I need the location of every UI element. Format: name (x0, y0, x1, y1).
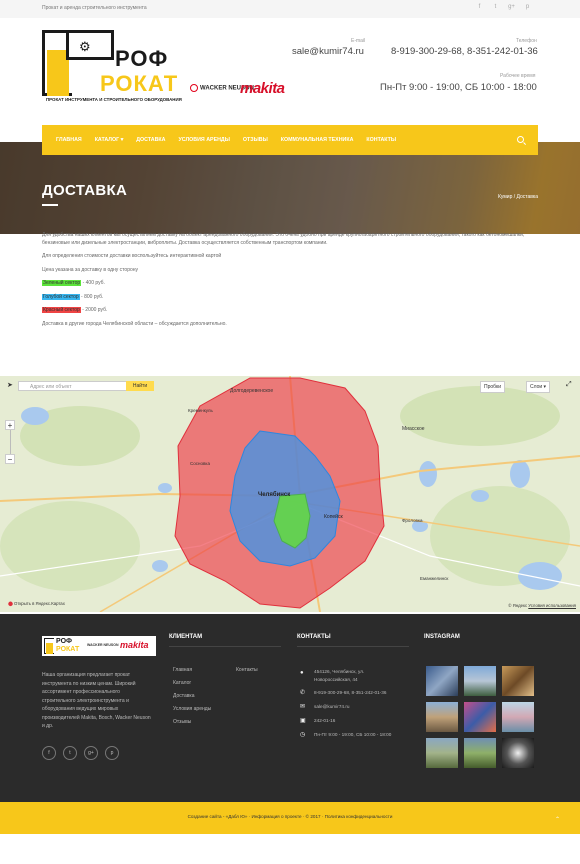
footer-credits[interactable]: Создание сайта - «Дабл Ю» · Информация о… (0, 814, 580, 819)
layers-button[interactable]: Слои ▾ (526, 381, 551, 393)
makita-logo: makita (240, 80, 285, 97)
instagram-photo[interactable] (464, 666, 496, 696)
place-label: Еманжелинск (420, 576, 449, 581)
nav-reviews[interactable]: ОТЗЫВЫ (243, 137, 268, 143)
header-hours: Пн-Пт 9:00 - 19:00, СБ 10:00 - 18:00 (380, 82, 537, 93)
footer-link-reviews[interactable]: Отзывы (173, 719, 191, 725)
place-label: Кременкуль (188, 408, 213, 413)
top-bar: Прокат и аренда строительного инструмент… (0, 0, 580, 18)
location-icon: ● (300, 670, 304, 676)
nav-home[interactable]: ГЛАВНАЯ (56, 137, 82, 143)
nav-contacts[interactable]: КОНТАКТЫ (366, 137, 396, 143)
nav-catalog[interactable]: КАТАЛОГ ▾ (95, 137, 124, 143)
traffic-button[interactable]: Пробки (480, 381, 505, 393)
instagram-photo[interactable] (464, 738, 496, 768)
footer-logo[interactable]: РОФ РОКАТ WACKER NEUSON makita (42, 636, 156, 656)
fax-icon: ▣ (300, 718, 306, 724)
footer-phone[interactable]: 8-919-300-29-68, 8-351-242-01-36 (314, 689, 386, 696)
open-in-yandex-link[interactable]: ⬤ Открыть в Яндекс.Картах (8, 601, 65, 607)
twitter-icon[interactable]: t (63, 746, 77, 760)
footer-hours: Пн-Пт 9:00 - 19:00, СБ 10:00 - 18:00 (314, 732, 392, 737)
footer-link-terms[interactable]: Условия аренды (173, 706, 211, 712)
price-note: Цена указана за доставку в одну сторону (42, 266, 139, 273)
footer-instagram-title: INSTAGRAM (424, 634, 460, 640)
page-hero: ДОСТАВКА Кумир / Доставка (0, 142, 580, 234)
hours-label: Рабочее время (500, 73, 536, 79)
pinterest-icon[interactable]: p (524, 4, 531, 10)
scroll-top-icon[interactable]: ⌃ (555, 816, 560, 823)
site-logo[interactable]: ⚙ РОФ РОКАТ ПРОКАТ ИНСТРУМЕНТА И СТРОИТЕ… (42, 30, 182, 102)
map-search-button[interactable]: Найти (126, 381, 154, 391)
footer-link-catalog[interactable]: Каталог (173, 680, 191, 686)
zoom-slider[interactable] (9, 430, 11, 454)
delivery-content: Для удобства наших клиентов мы осуществл… (42, 232, 538, 334)
zoom-control: + − (5, 420, 15, 464)
search-icon[interactable] (517, 136, 524, 143)
footer-about: Наша организация предлагает прокат инстр… (42, 672, 151, 729)
logo-subtitle: ПРОКАТ ИНСТРУМЕНТА И СТРОИТЕЛЬНОГО ОБОРУ… (46, 97, 182, 102)
place-label: Челябинск (258, 492, 291, 498)
clock-icon: ◷ (300, 732, 306, 738)
map-copyright: © Яндекс Условия использования (508, 603, 576, 608)
footer-email[interactable]: sale@kumir74.ru (314, 703, 350, 710)
logo-text-bottom: РОКАТ (100, 71, 179, 96)
locate-icon[interactable]: ➤ (7, 381, 13, 389)
footer-address-line-2: Новороссийская, 44 (314, 677, 358, 682)
phone-label: Телефон (516, 38, 537, 44)
delivery-intro: Для удобства наших клиентов мы осуществл… (42, 232, 525, 246)
outside-region-note: Доставка в другие города Челябинской обл… (42, 320, 227, 327)
footer-link-home[interactable]: Главная (173, 667, 192, 673)
bottom-bar: Создание сайта - «Дабл Ю» · Информация о… (0, 802, 580, 834)
zone-red: Красный сектор - 2000 руб. (42, 307, 108, 313)
pinterest-icon[interactable]: p (105, 746, 119, 760)
facebook-icon[interactable]: f (42, 746, 56, 760)
instagram-photo[interactable] (502, 738, 534, 768)
instagram-photo[interactable] (426, 666, 458, 696)
google-plus-icon[interactable]: g+ (508, 4, 515, 10)
map-hint: Для определения стоимости доставки воспо… (42, 253, 222, 259)
nav-municipal[interactable]: КОММУНАЛЬНАЯ ТЕХНИКА (281, 137, 354, 143)
footer-clients-title: КЛИЕНТАМ (169, 634, 203, 640)
footer-address-line-1: 454126, Челябинск, ул. (314, 669, 365, 674)
header-email[interactable]: sale@kumir74.ru (292, 46, 364, 57)
instagram-photo[interactable] (464, 702, 496, 732)
footer-link-contacts[interactable]: Контакты (236, 667, 258, 673)
place-label: Долгодеревенское (230, 388, 274, 394)
site-tagline: Прокат и аренда строительного инструмент… (42, 5, 147, 11)
instagram-photo[interactable] (502, 702, 534, 732)
google-plus-icon[interactable]: g+ (84, 746, 98, 760)
logo-text-top: РОФ (115, 46, 169, 71)
place-label: Фроловка (402, 518, 423, 523)
place-label: Сосновка (190, 461, 210, 466)
delivery-map[interactable]: Долгодеревенское Миасское Челябинск Копе… (0, 376, 580, 612)
place-label: Копейск (324, 514, 343, 520)
nav-delivery[interactable]: ДОСТАВКА (136, 137, 165, 143)
zoom-out-button[interactable]: − (5, 454, 15, 464)
top-social-links: f t g+ p (476, 4, 531, 10)
email-label: E-mail (351, 38, 366, 44)
zone-blue: Голубой сектор - 800 руб. (42, 293, 104, 300)
main-nav: ГЛАВНАЯ КАТАЛОГ ▾ ДОСТАВКА УСЛОВИЯ АРЕНД… (42, 125, 538, 155)
header-phone[interactable]: 8-919-300-29-68, 8-351-242-01-36 (391, 46, 538, 57)
instagram-photo[interactable] (426, 738, 458, 768)
page-title: ДОСТАВКА (42, 182, 128, 199)
instagram-photo[interactable] (502, 666, 534, 696)
email-icon: ✉ (300, 704, 306, 710)
zone-green: Зеленый сектор - 400 руб. (42, 280, 105, 286)
footer-social-links: f t g+ p (42, 746, 119, 760)
instagram-photo[interactable] (426, 702, 458, 732)
footer-fax: 242-01-16 (314, 718, 336, 723)
tractor-icon: ⚙ (79, 39, 91, 54)
footer-link-delivery[interactable]: Доставка (173, 693, 194, 699)
facebook-icon[interactable]: f (476, 4, 483, 10)
terms-link[interactable]: Условия использования (528, 603, 576, 608)
fullscreen-icon[interactable]: ⤢ (566, 381, 572, 389)
footer-contacts-title: КОНТАКТЫ (297, 634, 331, 640)
twitter-icon[interactable]: t (492, 4, 499, 10)
breadcrumb[interactable]: Кумир / Доставка (498, 194, 538, 200)
place-label: Миасское (402, 426, 425, 432)
nav-rental-terms[interactable]: УСЛОВИЯ АРЕНДЫ (178, 137, 229, 143)
phone-icon: ✆ (300, 690, 306, 696)
zoom-in-button[interactable]: + (5, 420, 15, 430)
